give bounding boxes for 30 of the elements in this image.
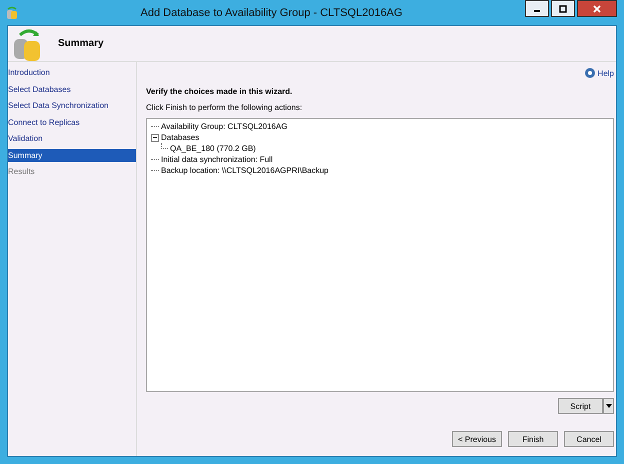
sidebar-item[interactable]: Select Data Synchronization	[8, 99, 136, 112]
wizard-button[interactable]: Finish	[508, 431, 558, 447]
sidebar-item[interactable]: Summary	[8, 148, 136, 162]
close-icon	[593, 4, 601, 12]
sidebar-item[interactable]: Connect to Replicas	[8, 116, 136, 129]
tree-item: Backup location: \\CLTSQL2016AGPRI\Backup	[161, 166, 328, 175]
window-title: Add Database to Availability Group - CLTSQL2016AG	[140, 6, 404, 18]
collapse-toggle[interactable]	[151, 134, 159, 142]
app-icon	[6, 6, 18, 20]
help-icon	[584, 68, 595, 78]
maximize-button[interactable]	[551, 0, 575, 17]
instruction-text: Click Finish to perform the following actions:	[146, 103, 304, 112]
minimize-button[interactable]	[525, 0, 549, 17]
help-link[interactable]: Help	[584, 66, 614, 80]
page-title: Summary	[58, 38, 104, 49]
sidebar-item[interactable]: Validation	[8, 132, 136, 146]
close-button[interactable]	[577, 0, 617, 17]
script-dropdown-button[interactable]	[603, 398, 614, 414]
maximize-icon	[559, 4, 567, 12]
sidebar-item[interactable]: Select Databases	[8, 82, 136, 96]
tree-item: QA_BE_180 (770.2 GB)	[170, 144, 256, 153]
caret-icon	[606, 404, 612, 408]
tree-item: Initial data synchronization: Full	[161, 155, 273, 164]
wizard-button[interactable]: Cancel	[564, 431, 614, 447]
script-button[interactable]: Script	[558, 398, 603, 414]
summary-heading: Verify the choices made in this wizard.	[146, 87, 294, 96]
tree-item: Databases	[161, 133, 200, 142]
tree-item: Availability Group: CLTSQL2016AG	[161, 122, 288, 131]
wizard-button[interactable]: < Previous	[452, 431, 502, 447]
sidebar-item[interactable]: Introduction	[8, 66, 136, 80]
